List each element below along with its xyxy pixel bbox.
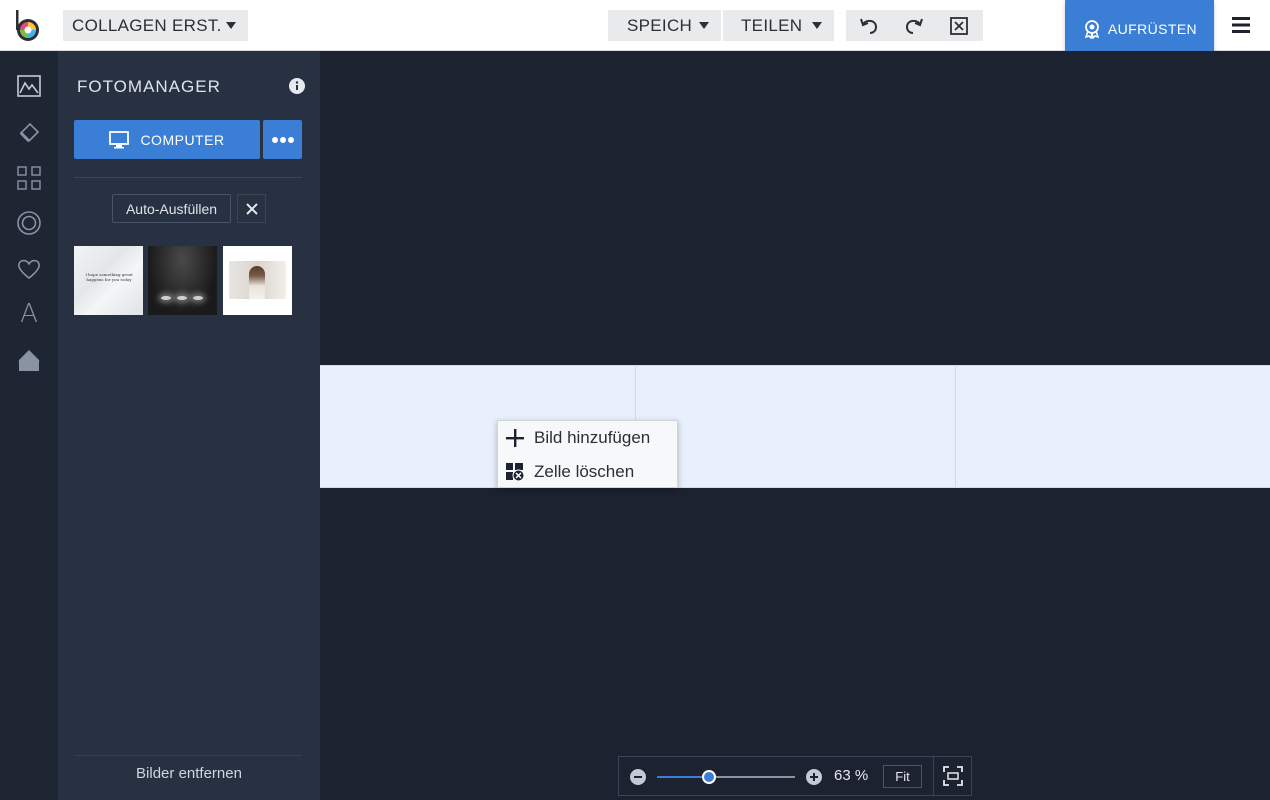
autofill-button[interactable]: Auto-Ausfüllen xyxy=(112,194,231,223)
save-dropdown[interactable]: SPEICH xyxy=(608,10,721,41)
zoom-fit-button[interactable]: Fit xyxy=(883,765,922,788)
collage-maker-dropdown[interactable]: COLLAGEN ERST. xyxy=(63,10,248,41)
remove-images-button[interactable]: Bilder entfernen xyxy=(76,761,302,786)
computer-button-label: COMPUTER xyxy=(140,131,225,148)
collage-cell[interactable] xyxy=(637,366,956,487)
share-dropdown[interactable]: TEILEN xyxy=(723,10,834,41)
undo-icon xyxy=(859,18,877,34)
light-spot xyxy=(161,296,171,300)
chevron-down-icon xyxy=(699,22,709,29)
upload-computer-button[interactable]: COMPUTER xyxy=(74,120,260,159)
info-icon[interactable] xyxy=(289,78,305,94)
collage-grid xyxy=(320,365,1270,488)
photo-manager-panel: FOTOMANAGER COMPUTER Auto-Ausfüllen I ho… xyxy=(58,51,320,800)
plus-icon xyxy=(506,429,524,447)
delete-cell-label: Zelle löschen xyxy=(534,462,635,481)
light-spot xyxy=(193,296,203,300)
zoom-out-icon[interactable] xyxy=(630,769,646,785)
shape-icon[interactable] xyxy=(14,346,44,376)
close-box-icon xyxy=(949,16,968,35)
collage-cell[interactable] xyxy=(957,366,1270,487)
panel-divider xyxy=(74,177,302,178)
divider xyxy=(933,757,934,795)
chevron-down-icon xyxy=(812,22,822,29)
save-label: SPEICH xyxy=(627,15,693,35)
photo-thumbnail[interactable] xyxy=(223,246,292,315)
zoom-slider[interactable] xyxy=(657,770,795,784)
text-glyph: A xyxy=(20,299,38,329)
light-spot xyxy=(177,296,187,300)
add-image-menu-item[interactable]: Bild hinzufügen xyxy=(498,422,677,454)
redo-button[interactable] xyxy=(891,10,936,41)
redo-icon xyxy=(905,18,923,34)
undo-button[interactable] xyxy=(846,10,891,41)
upgrade-label: AUFRÜSTEN xyxy=(1107,20,1198,37)
panel-divider xyxy=(76,755,302,756)
delete-cell-icon xyxy=(506,463,525,482)
frame-circle-icon[interactable] xyxy=(14,208,44,238)
text-icon[interactable]: A xyxy=(14,299,44,329)
share-label: TEILEN xyxy=(741,15,803,35)
thumbnail-photo xyxy=(229,261,286,299)
photo-manager-icon[interactable] xyxy=(14,71,44,101)
cell-context-menu: Bild hinzufügen Zelle löschen xyxy=(497,420,678,488)
delete-cell-menu-item[interactable]: Zelle löschen xyxy=(498,456,677,488)
history-controls xyxy=(846,10,983,41)
upgrade-button[interactable]: AUFRÜSTEN xyxy=(1065,0,1214,57)
zoom-controls: 63 % Fit xyxy=(618,756,972,796)
chevron-down-icon xyxy=(226,22,236,29)
more-sources-button[interactable] xyxy=(263,120,302,159)
zoom-percent: 63 % xyxy=(834,767,869,784)
thumbnail-person xyxy=(249,266,265,299)
collage-maker-label: COLLAGEN ERST. xyxy=(72,15,222,35)
zoom-in-icon[interactable] xyxy=(806,769,822,785)
tool-rail: A xyxy=(0,51,58,800)
clear-images-button[interactable] xyxy=(237,194,266,223)
eraser-icon[interactable] xyxy=(14,117,44,147)
more-dots-icon xyxy=(271,136,294,143)
panel-title: FOTOMANAGER xyxy=(77,77,221,96)
monitor-icon xyxy=(109,130,130,148)
grid-layout-icon[interactable] xyxy=(14,163,44,193)
close-project-button[interactable] xyxy=(936,10,981,41)
photo-thumbnail[interactable] xyxy=(148,246,217,315)
add-image-label: Bild hinzufügen xyxy=(534,428,651,447)
befunky-logo-icon[interactable] xyxy=(14,9,42,43)
heart-icon[interactable] xyxy=(14,254,44,284)
close-icon xyxy=(245,202,258,215)
zoom-slider-handle[interactable] xyxy=(702,770,717,784)
award-icon xyxy=(1084,19,1100,39)
thumbnail-caption: I hope something great happens for you t… xyxy=(85,272,133,282)
photo-thumbnail[interactable]: I hope something great happens for you t… xyxy=(74,246,143,315)
top-toolbar: COLLAGEN ERST. SPEICH TEILEN AUFRÜSTEN xyxy=(0,0,1270,57)
fullscreen-icon[interactable] xyxy=(942,765,964,787)
hamburger-menu-icon[interactable] xyxy=(1230,14,1254,36)
